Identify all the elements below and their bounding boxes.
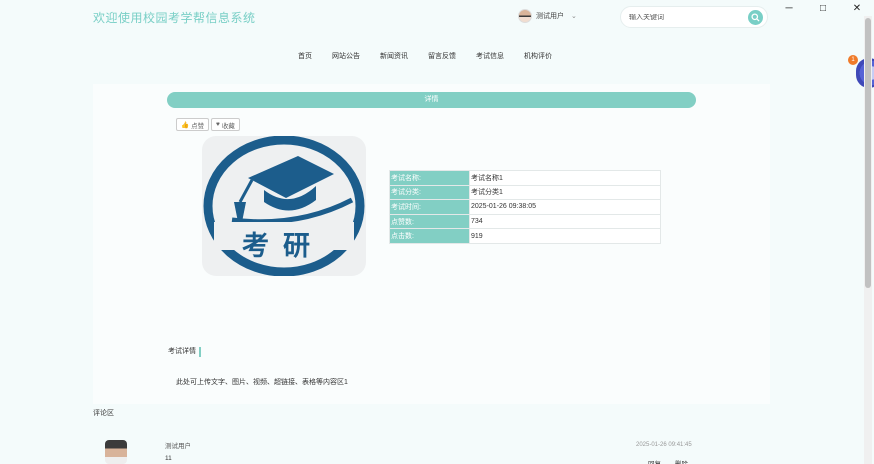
delete-button[interactable]: 删除: [675, 458, 688, 464]
info-key: 点赞数:: [389, 213, 470, 230]
comment-user: 测试用户: [165, 443, 191, 450]
nav-item-org-review[interactable]: 机构评价: [524, 51, 552, 61]
logo-text: 考研: [242, 231, 324, 262]
info-key: 考试分类:: [389, 184, 470, 201]
search-button[interactable]: [748, 10, 763, 25]
chevron-down-icon: ⌄: [571, 13, 577, 20]
user-menu[interactable]: 测试用户 ⌄: [518, 9, 577, 23]
heart-icon: ♥: [216, 121, 220, 128]
nav-item-exam-info[interactable]: 考试信息: [476, 51, 504, 61]
info-key: 考试名称:: [389, 170, 470, 186]
exam-detail-text: 此处可上传文字、图片、视频、超链接、表格等内容区1: [176, 379, 348, 386]
section-title: 考试详情: [168, 347, 201, 357]
table-row: 考试时间: 2025-01-26 09:38:05: [389, 199, 661, 215]
notification-badge: 1: [848, 55, 858, 65]
user-name: 测试用户: [536, 13, 564, 20]
detail-header-bar: 详情: [167, 92, 696, 108]
thumbs-up-icon: 👍: [181, 121, 190, 129]
nav-item-feedback[interactable]: 留言反馈: [428, 51, 456, 61]
nav-item-notice[interactable]: 网站公告: [332, 51, 360, 61]
avatar: [518, 9, 532, 23]
like-button[interactable]: 👍 点赞: [176, 118, 210, 131]
comments-title: 评论区: [93, 410, 114, 417]
search-icon: [751, 13, 760, 22]
table-row: 点击数: 919: [389, 228, 661, 244]
comment-avatar: [105, 440, 127, 464]
table-row: 点赞数: 734: [389, 213, 661, 230]
info-value: 考试分类1: [469, 184, 661, 201]
info-value: 919: [469, 228, 661, 244]
collect-label: 收藏: [221, 122, 235, 130]
main-nav: 首页 网站公告 新闻资讯 留言反馈 考试信息 机构评价: [298, 51, 572, 61]
info-value: 734: [469, 213, 661, 230]
reply-button[interactable]: 回复: [648, 458, 661, 464]
info-key: 考试时间:: [389, 199, 470, 215]
nav-item-home[interactable]: 首页: [298, 51, 312, 61]
table-row: 考试名称: 考试名称1: [389, 170, 661, 186]
info-key: 点击数:: [389, 228, 470, 244]
info-value: 2025-01-26 09:38:05: [469, 199, 661, 215]
info-value: 考试名称1: [469, 170, 661, 186]
comment-content: 11: [165, 455, 172, 462]
table-row: 考试分类: 考试分类1: [389, 184, 661, 201]
exam-image: 考研: [202, 136, 366, 276]
search-box: [620, 6, 768, 28]
scrollbar-thumb[interactable]: [865, 18, 871, 288]
scrollbar[interactable]: [864, 16, 872, 464]
collect-button[interactable]: ♥ 收藏: [211, 118, 240, 131]
header: 欢迎使用校园考学帮信息系统 测试用户 ⌄: [0, 0, 864, 36]
nav-item-news[interactable]: 新闻资讯: [380, 51, 408, 61]
exam-info-table: 考试名称: 考试名称1 考试分类: 考试分类1 考试时间: 2025-01-26…: [389, 170, 661, 244]
search-input[interactable]: [621, 13, 741, 21]
like-label: 点赞: [191, 122, 205, 130]
site-title: 欢迎使用校园考学帮信息系统: [93, 11, 256, 25]
comment-actions: 回复 删除: [648, 458, 688, 464]
comment-time: 2025-01-26 09:41:45: [636, 442, 692, 448]
